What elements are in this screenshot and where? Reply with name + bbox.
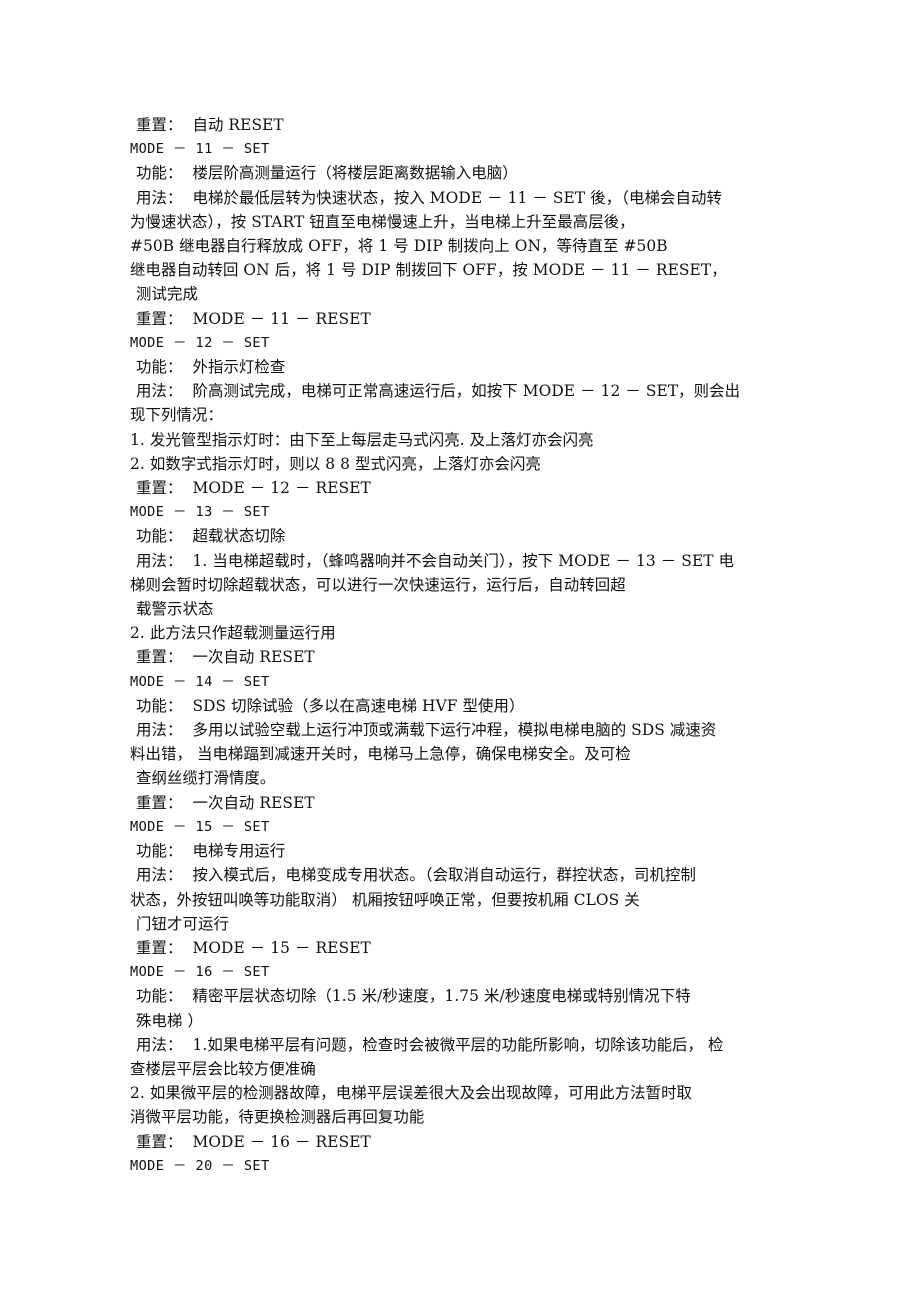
- document-line: 重置： MODE － 16 － RESET: [136, 1132, 371, 1151]
- document-line: 1. 发光管型指示灯时：由下至上每层走马式闪亮. 及上落灯亦会闪亮: [130, 430, 594, 449]
- document-line: 用法： 1.如果电梯平层有问题，检查时会被微平层的功能所影响，切除该功能后， 检: [136, 1035, 724, 1054]
- document-line: 功能： 精密平层状态切除（1.5 米/秒速度，1.75 米/秒速度电梯或特别情况…: [136, 987, 691, 1006]
- document-line: 为慢速状态），按 START 钮直至电梯慢速上升，当电梯上升至最高层後，: [130, 212, 635, 231]
- document-line: MODE － 16 － SET: [130, 964, 270, 981]
- document-line: 功能： SDS 切除试验（多以在高速电梯 HVF 型使用）: [136, 696, 525, 715]
- document-line: 2. 如数字式指示灯时，则以 8 8 型式闪亮，上落灯亦会闪亮: [130, 454, 541, 473]
- document-line: 功能： 外指示灯检查: [136, 358, 286, 377]
- document-line: 殊电梯 ）: [136, 1011, 203, 1030]
- document-line: 用法： 阶高测试完成，电梯可正常高速运行后，如按下 MODE － 12 － SE…: [136, 382, 741, 401]
- document-line: MODE － 11 － SET: [130, 141, 270, 158]
- document-line: 载警示状态: [136, 600, 214, 619]
- document-line: 梯则会暂时切除超载状态，可以进行一次快速运行，运行后，自动转回超: [130, 575, 626, 594]
- document-line: 重置： MODE － 15 － RESET: [136, 938, 371, 957]
- document-line: 门钮才可运行: [136, 914, 229, 933]
- document-line: #50B 继电器自行释放成 OFF，将 1 号 DIP 制拨向上 ON，等待直至…: [130, 237, 668, 256]
- document-line: 查楼层平层会比较方便准确: [130, 1059, 316, 1078]
- document-line: MODE － 12 － SET: [130, 334, 270, 351]
- document-line: 功能： 电梯专用运行: [136, 842, 286, 861]
- document-line: MODE － 15 － SET: [130, 818, 270, 835]
- document-line: 继电器自动转回 ON 后，将 1 号 DIP 制拨回下 OFF，按 MODE －…: [130, 261, 727, 280]
- document-line: 用法： 按入模式后，电梯变成专用状态。（会取消自动运行，群控状态，司机控制: [136, 866, 696, 885]
- document-line: 重置： MODE － 11 － RESET: [136, 309, 371, 328]
- document-page: 重置： 自动 RESET MODE － 11 － SET 功能： 楼层阶高测量运行（…: [0, 0, 920, 1302]
- document-line: MODE － 13 － SET: [130, 504, 270, 521]
- document-line: 重置： 自动 RESET: [136, 116, 284, 134]
- document-line: 功能： 楼层阶高测量运行（将楼层距离数据输入电脑）: [136, 164, 518, 183]
- document-line: 现下列情况：: [130, 406, 223, 425]
- document-line: 2. 此方法只作超载测量运行用: [130, 624, 336, 643]
- document-line: 用法： 1. 当电梯超载时，（蜂鸣器响并不会自动关门），按下 MODE － 13…: [136, 551, 735, 570]
- document-line: 测试完成: [136, 285, 198, 304]
- document-line: MODE － 20 － SET: [130, 1157, 270, 1174]
- document-line: 用法： 电梯於最低层转为快速状态，按入 MODE － 11 － SET 後，（电…: [136, 188, 722, 207]
- document-line: 2. 如果微平层的检测器故障，电梯平层误差很大及会出现故障，可用此方法暂时取: [130, 1084, 693, 1103]
- document-text-column: 重置： 自动 RESET MODE － 11 － SET 功能： 楼层阶高测量运行（…: [130, 113, 798, 1178]
- document-line: 用法： 多用以试验空载上运行冲顶或满载下运行冲程，模拟电梯电脑的 SDS 减速资: [136, 721, 717, 740]
- document-line: 重置： MODE － 12 － RESET: [136, 479, 371, 498]
- document-line: 查纲丝缆打滑情度。: [136, 769, 276, 788]
- document-line: MODE － 14 － SET: [130, 673, 270, 690]
- document-line: 重置： 一次自动 RESET: [136, 648, 315, 667]
- document-line: 料出错， 当电梯踾到减速开关时，电梯马上急停，确保电梯安全。及可检: [130, 745, 631, 764]
- document-line: 功能： 超载状态切除: [136, 527, 286, 546]
- document-line: 重置： 一次自动 RESET: [136, 793, 315, 812]
- document-line: 状态，外按钮叫唤等功能取消） 机厢按钮呼唤正常，但要按机厢 CLOS 关: [130, 890, 640, 909]
- document-line: 消微平层功能，待更换检测器后再回复功能: [130, 1108, 425, 1127]
